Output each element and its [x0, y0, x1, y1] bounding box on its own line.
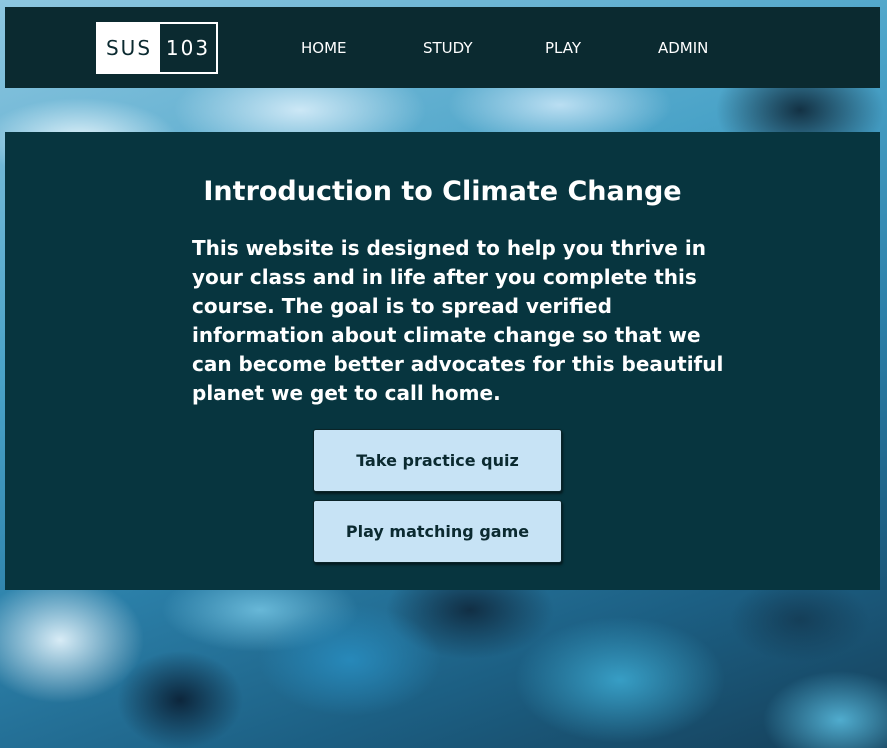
intro-paragraph: This website is designed to help you thr… — [192, 236, 724, 405]
top-navbar: SUS 103 HOME STUDY PLAY ADMIN — [5, 7, 880, 88]
intro-panel: Introduction to Climate Change This webs… — [5, 132, 880, 590]
nav-link-study[interactable]: STUDY — [423, 39, 473, 57]
nav-link-admin[interactable]: ADMIN — [658, 39, 708, 57]
logo-text-103: 103 — [165, 36, 211, 60]
nav-link-play[interactable]: PLAY — [545, 39, 581, 57]
page-title: Introduction to Climate Change — [203, 176, 682, 207]
nav-link-home[interactable]: HOME — [301, 39, 347, 57]
logo-text-sus: SUS — [98, 24, 160, 72]
take-practice-quiz-button[interactable]: Take practice quiz — [313, 429, 562, 492]
site-logo[interactable]: SUS 103 — [96, 22, 218, 74]
play-matching-game-button[interactable]: Play matching game — [313, 500, 562, 563]
